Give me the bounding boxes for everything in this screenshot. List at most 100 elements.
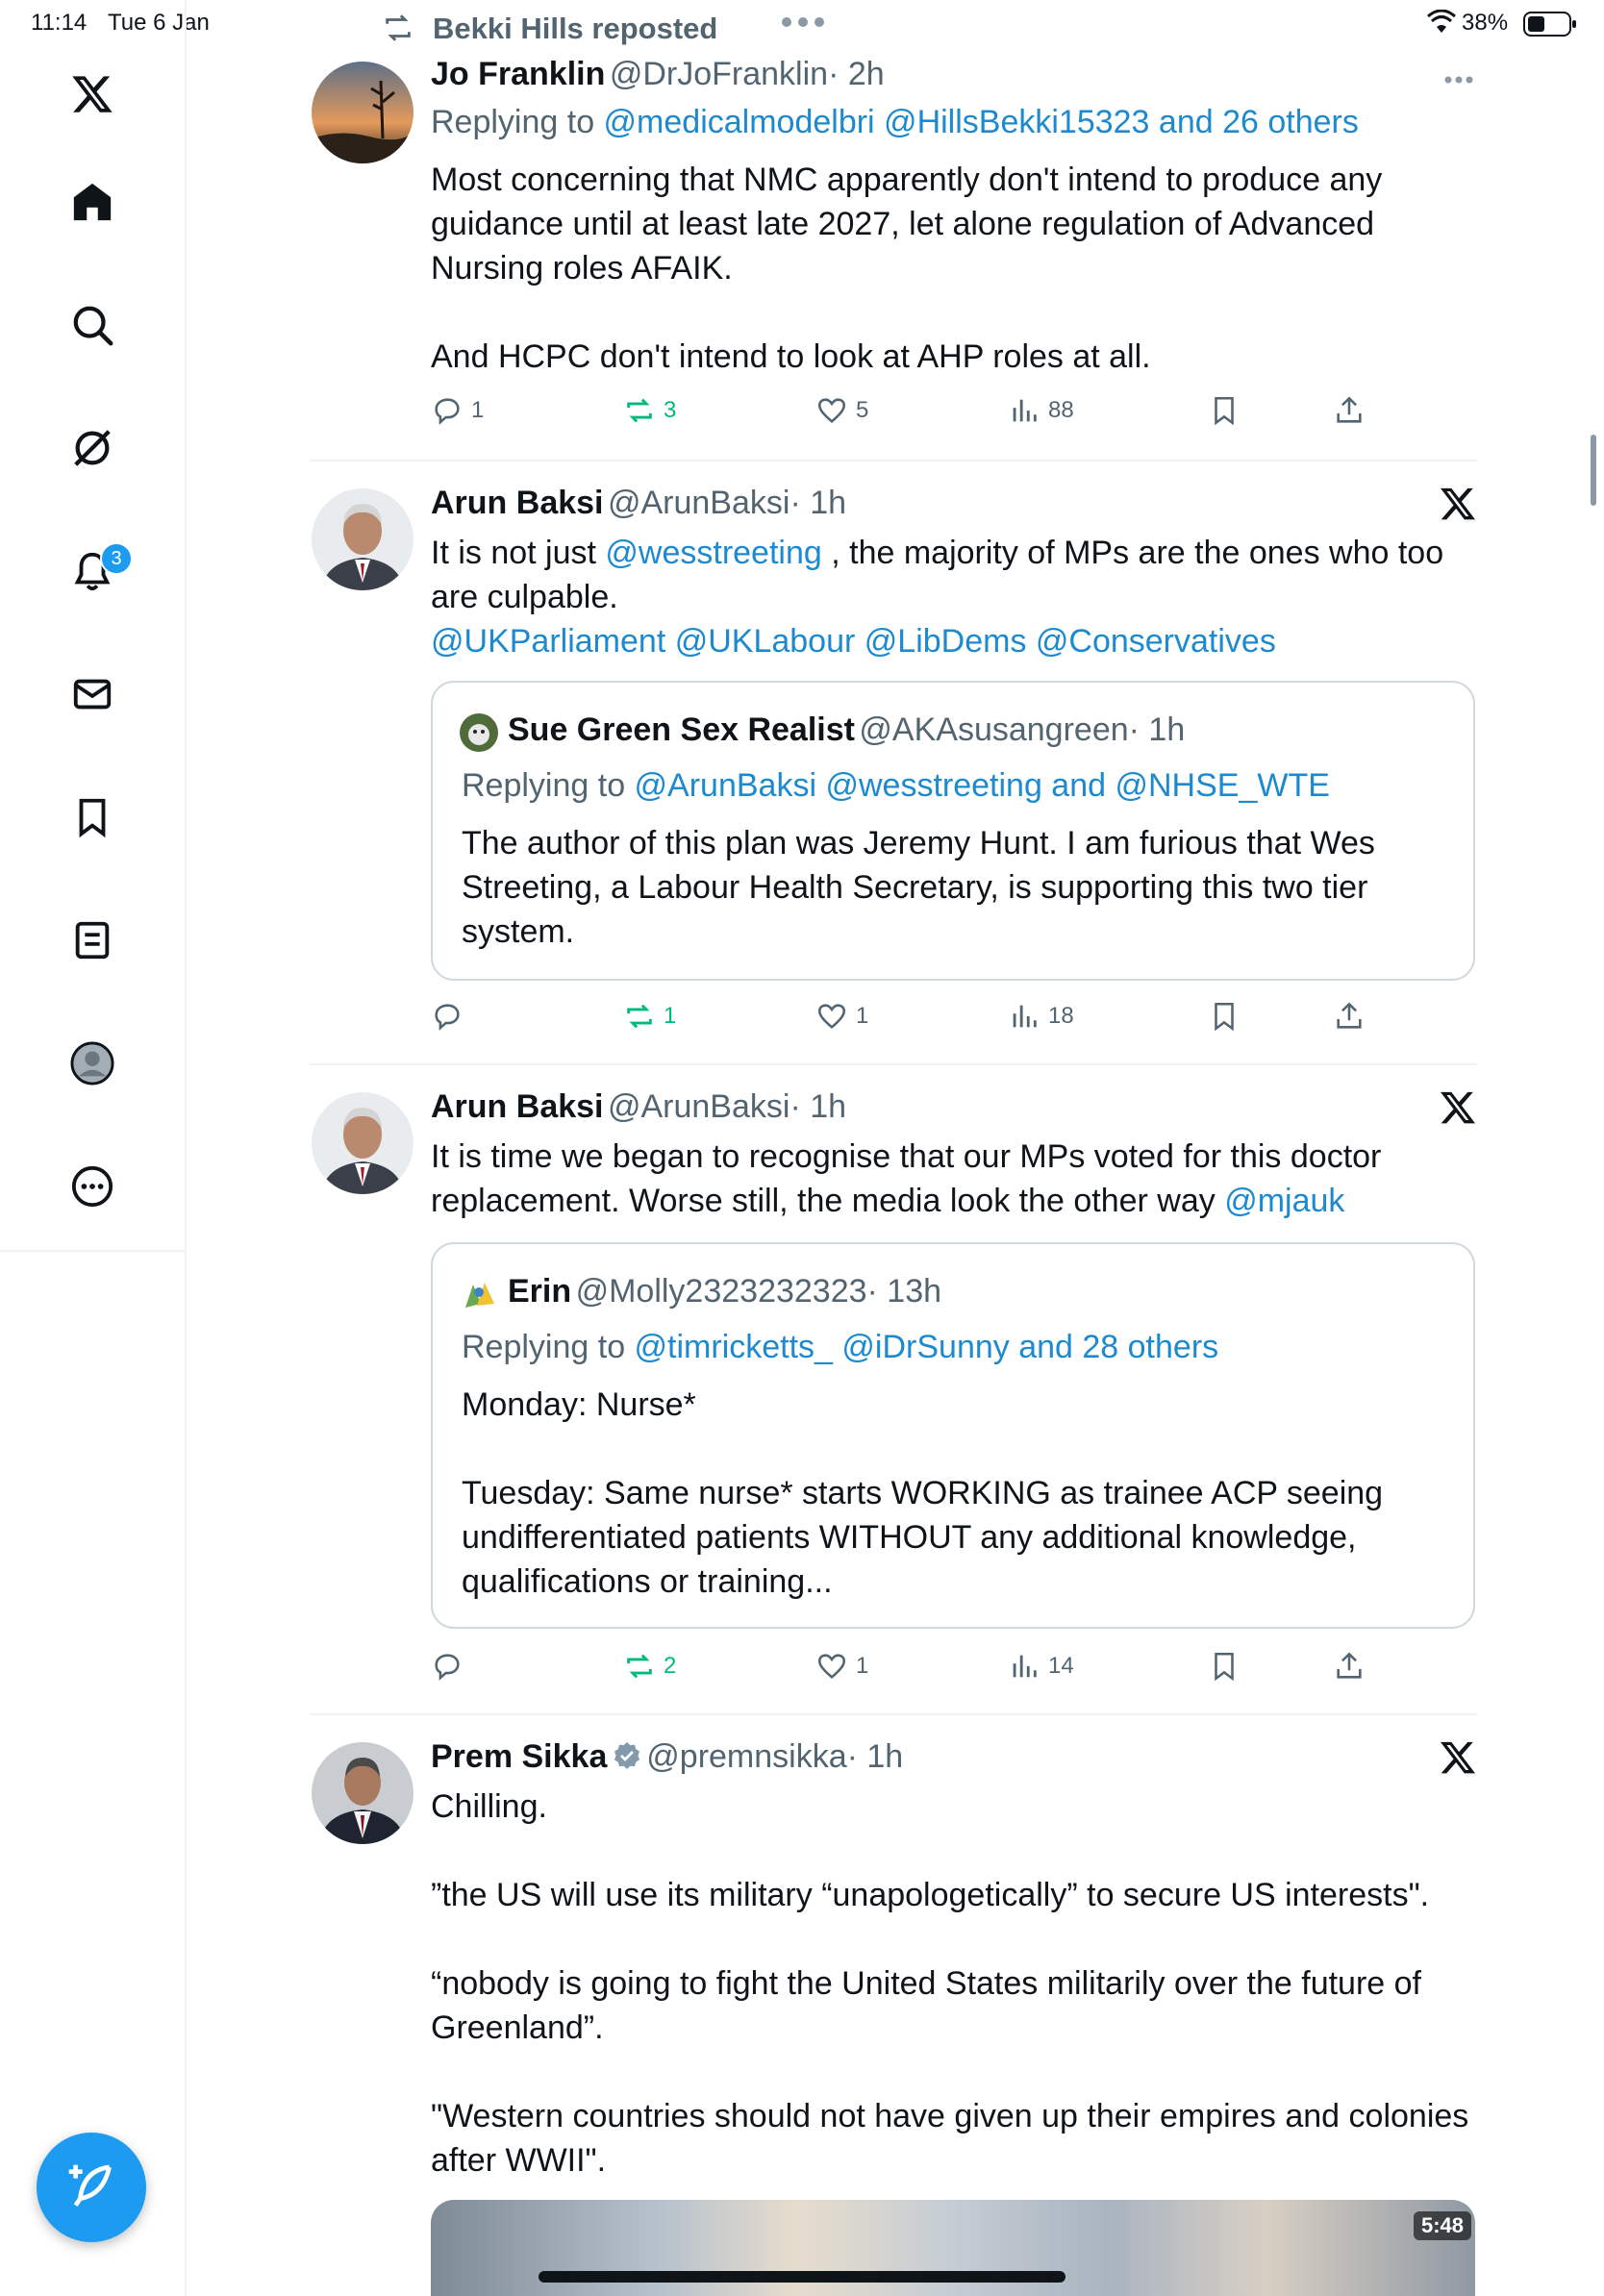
mention-link[interactable]: @wesstreeting xyxy=(605,535,821,571)
replying-to: Replying to @ArunBaksi @wesstreeting and… xyxy=(462,767,1330,805)
quoted-author-name: Erin xyxy=(508,1273,572,1310)
tweet-line xyxy=(431,290,1382,335)
share-icon xyxy=(1337,1002,1362,1029)
avatar[interactable] xyxy=(312,62,414,163)
avatar[interactable] xyxy=(312,1742,414,1844)
search-icon[interactable] xyxy=(63,296,121,354)
tweet-line: Tuesday: Same nurse* starts WORKING as t… xyxy=(462,1475,1384,1511)
tweet-line: It is time we began to recognise that ou… xyxy=(431,1138,1382,1175)
share-button[interactable] xyxy=(1333,394,1366,427)
author-name[interactable]: Jo Franklin xyxy=(431,56,605,92)
bookmark-button[interactable] xyxy=(1208,1650,1241,1683)
compose-icon xyxy=(68,2164,112,2207)
home-indicator[interactable] xyxy=(539,2271,1065,2283)
tweet-divider xyxy=(310,1063,1477,1065)
like-button[interactable]: 1 xyxy=(815,1650,868,1683)
bookmark-button[interactable] xyxy=(1208,1000,1241,1033)
views-icon xyxy=(1013,399,1037,422)
scrollbar[interactable] xyxy=(1591,435,1596,506)
replying-to: Replying to @timricketts_ @iDrSunny and … xyxy=(462,1329,1218,1366)
reply-button[interactable] xyxy=(431,1650,471,1683)
verified-badge-icon xyxy=(614,1742,639,1769)
tweet-line: ”the US will use its military “unapologe… xyxy=(431,1877,1430,1913)
compose-button[interactable] xyxy=(37,2133,146,2242)
repost-button[interactable]: 1 xyxy=(623,1000,676,1033)
author-handle[interactable]: @DrJoFranklin xyxy=(610,56,828,92)
lists-icon[interactable] xyxy=(63,911,121,969)
quoted-tweet[interactable]: Sue Green Sex Realist @AKAsusangreen· 1h… xyxy=(431,681,1475,981)
tweet-line: system. xyxy=(462,913,575,950)
x-logo-icon[interactable] xyxy=(1439,485,1477,523)
more-icon[interactable] xyxy=(63,1158,121,1215)
grok-icon[interactable] xyxy=(63,419,121,477)
reply-button[interactable] xyxy=(431,1000,471,1033)
tweet-actions: 1 3 5 88 xyxy=(423,394,1385,433)
tweet-line: qualifications or training... xyxy=(462,1563,833,1600)
views-button[interactable]: 18 xyxy=(1008,1000,1074,1033)
tweet-line: "Western countries should not have given… xyxy=(431,2098,1469,2134)
author-name[interactable]: Arun Baksi xyxy=(431,1088,604,1125)
tweet-more-icon[interactable] xyxy=(1444,71,1473,88)
repost-button[interactable]: 3 xyxy=(623,394,676,427)
top-more-icon[interactable] xyxy=(781,15,825,33)
x-logo-icon[interactable] xyxy=(63,65,121,123)
replying-to-link[interactable]: @medicalmodelbri @HillsBekki15323 and 26… xyxy=(604,104,1359,140)
bookmark-icon xyxy=(1215,1652,1234,1682)
bookmarks-icon[interactable] xyxy=(63,788,121,846)
share-icon xyxy=(1337,396,1362,423)
messages-icon[interactable] xyxy=(63,665,121,723)
replying-to-link[interactable]: @timricketts_ @iDrSunny and 28 others xyxy=(635,1329,1219,1365)
author-name[interactable]: Prem Sikka xyxy=(431,1738,607,1775)
avatar[interactable] xyxy=(312,1092,414,1194)
tweet-line: undifferentiated patients WITHOUT any ad… xyxy=(462,1519,1357,1556)
nav-rail: 3 xyxy=(0,0,187,2296)
share-icon xyxy=(1337,1652,1362,1679)
views-button[interactable]: 14 xyxy=(1008,1650,1074,1683)
quoted-post-time: · 1h xyxy=(1128,711,1186,748)
tweet-line: The author of this plan was Jeremy Hunt.… xyxy=(462,825,1375,861)
replying-to-link[interactable]: @ArunBaksi @wesstreeting and @NHSE_WTE xyxy=(635,767,1330,804)
views-icon xyxy=(1013,1005,1037,1028)
repost-button[interactable]: 2 xyxy=(623,1650,676,1683)
profile-icon[interactable] xyxy=(63,1035,121,1092)
avatar xyxy=(460,1275,498,1313)
quoted-author-handle: @Molly2323232323 xyxy=(575,1273,867,1310)
heart-icon xyxy=(817,1654,846,1680)
views-icon xyxy=(1013,1655,1037,1678)
quoted-body: Monday: Nurse* Tuesday: Same nurse* star… xyxy=(462,1383,1383,1604)
share-button[interactable] xyxy=(1333,1000,1366,1033)
like-count: 1 xyxy=(856,1653,869,1679)
post-time: · 2h xyxy=(828,56,885,92)
bookmark-icon xyxy=(1215,1002,1234,1032)
like-button[interactable]: 1 xyxy=(815,1000,868,1033)
tweet-line: “nobody is going to fight the United Sta… xyxy=(431,1965,1421,2002)
x-logo-icon[interactable] xyxy=(1439,1738,1477,1777)
post-time: · 1h xyxy=(846,1738,904,1775)
x-logo-icon[interactable] xyxy=(1439,1088,1477,1127)
avatar xyxy=(460,713,498,752)
bookmark-button[interactable] xyxy=(1208,394,1241,427)
author-handle[interactable]: @ArunBaksi xyxy=(608,1088,789,1125)
mention-links[interactable]: @UKParliament @UKLabour @LibDems @Conser… xyxy=(431,619,1443,663)
like-button[interactable]: 5 xyxy=(815,394,868,427)
author-name[interactable]: Arun Baksi xyxy=(431,485,604,521)
tweet-line: guidance until at least late 2027, let a… xyxy=(431,206,1375,242)
mention-link[interactable]: @mjauk xyxy=(1224,1183,1344,1219)
replying-prefix: Replying to xyxy=(462,767,635,804)
tweet-line xyxy=(431,1917,1468,1961)
quoted-tweet[interactable]: Erin @Molly2323232323· 13h Replying to @… xyxy=(431,1242,1475,1629)
reply-button[interactable]: 1 xyxy=(431,394,484,427)
share-button[interactable] xyxy=(1333,1650,1366,1683)
author-handle[interactable]: @ArunBaksi xyxy=(608,485,789,521)
heart-icon xyxy=(817,1004,846,1030)
heart-icon xyxy=(817,398,846,424)
quoted-author-name: Sue Green Sex Realist xyxy=(508,711,855,748)
quoted-post-time: · 13h xyxy=(866,1273,942,1310)
repost-count: 1 xyxy=(664,1003,677,1029)
tweet-line: replacement. Worse still, the media look… xyxy=(431,1179,1381,1223)
avatar[interactable] xyxy=(312,488,414,590)
bookmark-icon xyxy=(1215,396,1234,426)
author-handle[interactable]: @premnsikka xyxy=(646,1738,846,1775)
home-icon[interactable] xyxy=(63,173,121,231)
views-button[interactable]: 88 xyxy=(1008,394,1074,427)
